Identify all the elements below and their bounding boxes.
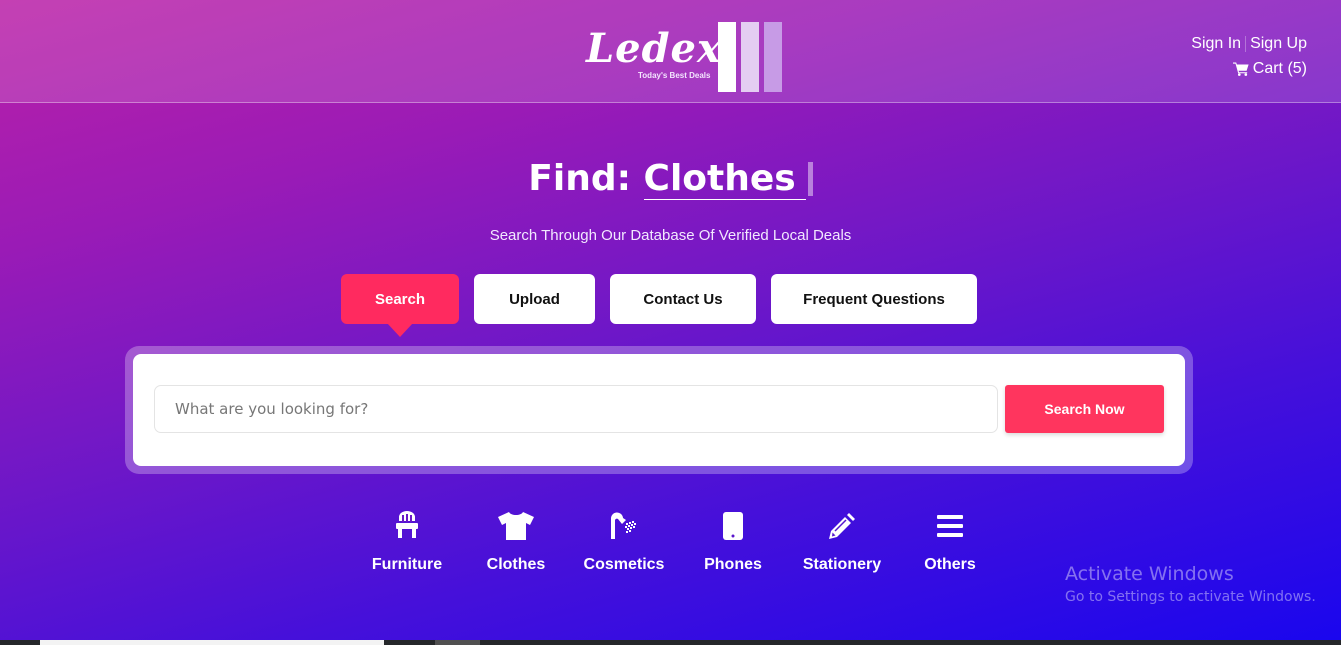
windows-activation-watermark: Activate Windows Go to Settings to activ… bbox=[1065, 563, 1316, 605]
tab-label: Frequent Questions bbox=[803, 290, 945, 308]
logo-bar-icon bbox=[718, 22, 736, 92]
category-cosmetics[interactable]: Cosmetics bbox=[574, 510, 674, 574]
bars-icon bbox=[937, 515, 963, 537]
taskbar-item[interactable] bbox=[40, 640, 384, 645]
logo-tagline: Today's Best Deals bbox=[638, 71, 711, 80]
sign-in-link[interactable]: Sign In bbox=[1191, 35, 1241, 53]
category-label: Cosmetics bbox=[583, 556, 665, 573]
category-label: Phones bbox=[704, 556, 762, 573]
tab-contact-us[interactable]: Contact Us bbox=[610, 274, 756, 324]
category-label: Clothes bbox=[486, 556, 546, 573]
cart-label: Cart (5) bbox=[1252, 60, 1307, 77]
find-prefix: Find: bbox=[528, 158, 631, 199]
search-panel: Search Now bbox=[125, 346, 1193, 474]
logo[interactable]: Ledex Today's Best Deals bbox=[586, 22, 786, 94]
mobile-phone-icon bbox=[723, 512, 743, 540]
taskbar-item[interactable] bbox=[435, 640, 480, 645]
logo-bar-icon bbox=[764, 22, 782, 92]
shower-icon bbox=[610, 512, 636, 539]
category-clothes[interactable]: Clothes bbox=[466, 510, 566, 574]
typing-caret bbox=[807, 162, 813, 196]
shopping-cart-icon bbox=[1232, 62, 1249, 76]
sign-up-link[interactable]: Sign Up bbox=[1250, 35, 1307, 53]
watermark-title: Activate Windows bbox=[1065, 563, 1234, 585]
tab-frequent-questions[interactable]: Frequent Questions bbox=[771, 274, 977, 324]
tshirt-icon bbox=[498, 512, 534, 540]
taskbar bbox=[0, 640, 1341, 645]
category-label: Stationery bbox=[802, 556, 882, 573]
tab-label: Search bbox=[374, 290, 426, 308]
tab-search[interactable]: Search bbox=[341, 274, 459, 337]
chair-icon bbox=[396, 511, 418, 538]
find-rotating-word: Clothes bbox=[643, 159, 806, 200]
cart-link[interactable]: Cart (5) bbox=[1191, 60, 1307, 78]
auth-nav: Sign In Sign Up Cart (5) bbox=[1191, 35, 1307, 78]
watermark-subtitle: Go to Settings to activate Windows. bbox=[1065, 589, 1316, 605]
search-box: Search Now bbox=[133, 354, 1185, 466]
category-stationery[interactable]: Stationery bbox=[792, 510, 892, 574]
page-title: Find: Clothes bbox=[0, 158, 1341, 200]
category-furniture[interactable]: Furniture bbox=[357, 510, 457, 574]
search-now-button[interactable]: Search Now bbox=[1005, 385, 1164, 433]
pencil-icon bbox=[829, 513, 855, 539]
header: Ledex Today's Best Deals Sign In Sign Up… bbox=[0, 0, 1341, 103]
divider bbox=[1245, 36, 1247, 52]
category-others[interactable]: Others bbox=[900, 510, 1000, 574]
category-label: Furniture bbox=[371, 556, 443, 573]
tab-label: Contact Us bbox=[643, 290, 723, 308]
logo-text: Ledex bbox=[586, 25, 722, 72]
tab-upload[interactable]: Upload bbox=[474, 274, 595, 324]
subtitle: Search Through Our Database Of Verified … bbox=[489, 227, 852, 244]
search-input[interactable] bbox=[154, 385, 998, 433]
tab-label: Upload bbox=[509, 290, 560, 308]
category-phones[interactable]: Phones bbox=[683, 510, 783, 574]
logo-bar-icon bbox=[741, 22, 759, 92]
category-label: Others bbox=[924, 556, 976, 573]
